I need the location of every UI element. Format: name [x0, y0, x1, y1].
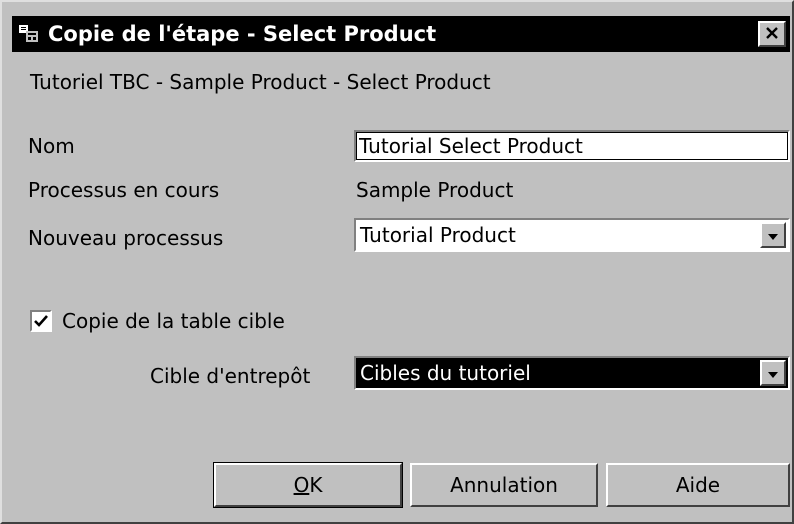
- step-path: Tutoriel TBC - Sample Product - Select P…: [30, 70, 491, 94]
- new-process-dropdown[interactable]: Tutorial Product: [354, 218, 790, 252]
- name-label: Nom: [28, 134, 75, 158]
- title-bar[interactable]: Copie de l'étape - Select Product: [12, 16, 790, 52]
- ok-mnemonic: O: [293, 473, 310, 497]
- help-label: Aide: [675, 473, 721, 497]
- app-icon: [18, 23, 40, 45]
- current-process-label: Processus en cours: [28, 178, 220, 202]
- ok-button[interactable]: OK: [213, 462, 403, 508]
- cancel-label: Annulation: [450, 473, 558, 497]
- close-button[interactable]: [758, 21, 786, 47]
- dropdown-arrow-button[interactable]: [760, 222, 786, 248]
- name-field-frame: [354, 130, 790, 162]
- name-field[interactable]: [359, 133, 779, 159]
- chevron-down-icon: [767, 364, 779, 383]
- help-button[interactable]: Aide: [606, 463, 790, 507]
- window-title: Copie de l'étape - Select Product: [48, 22, 437, 46]
- warehouse-target-dropdown[interactable]: Cibles du tutoriel: [354, 356, 790, 390]
- current-process-value: Sample Product: [356, 178, 514, 202]
- new-process-label: Nouveau processus: [28, 226, 224, 250]
- copy-target-checkbox[interactable]: [30, 310, 52, 332]
- copy-step-dialog: Copie de l'étape - Select Product Tutori…: [0, 0, 794, 524]
- close-icon: [765, 25, 779, 44]
- copy-target-label[interactable]: Copie de la table cible: [62, 307, 285, 335]
- ok-label: K: [309, 473, 323, 497]
- dropdown-arrow-button[interactable]: [760, 360, 786, 386]
- new-process-value: Tutorial Product: [360, 223, 516, 247]
- warehouse-target-value: Cibles du tutoriel: [360, 361, 531, 385]
- chevron-down-icon: [767, 226, 779, 245]
- warehouse-target-label: Cible d'entrepôt: [150, 364, 311, 388]
- checkmark-icon: [34, 312, 48, 331]
- cancel-button[interactable]: Annulation: [410, 463, 598, 507]
